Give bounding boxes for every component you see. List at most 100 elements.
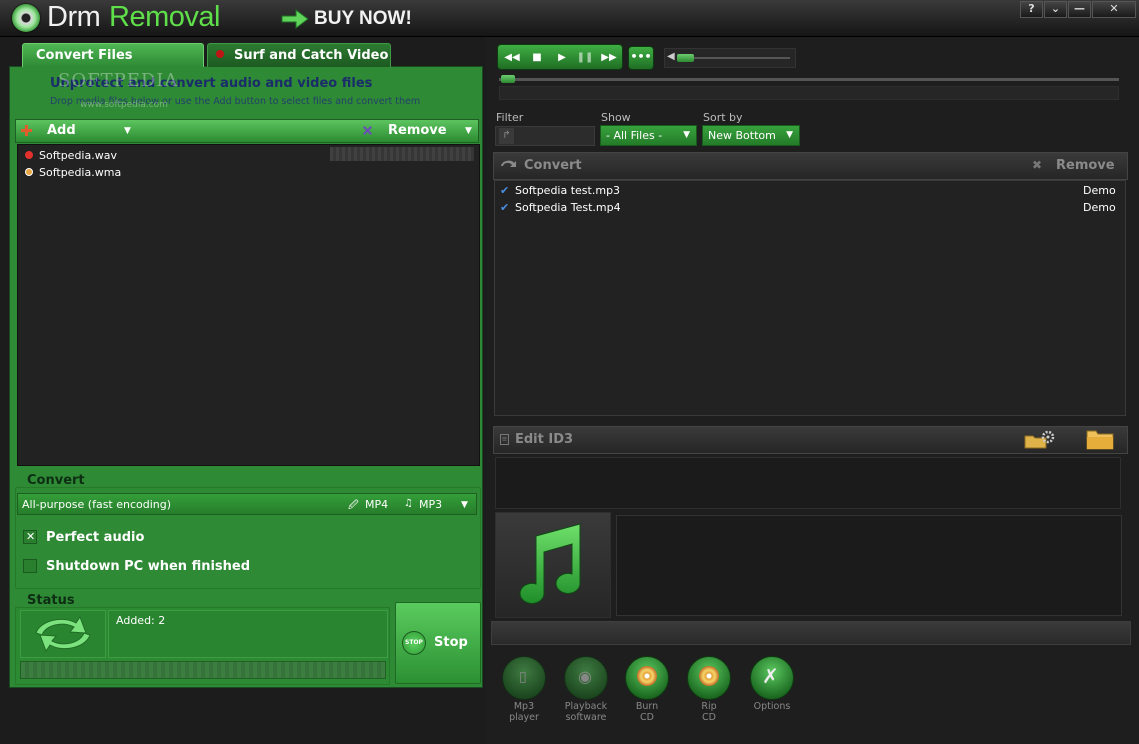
preset-value: All-purpose (fast encoding) (22, 498, 172, 511)
fast-forward-icon[interactable]: ▶▶ (598, 49, 620, 66)
record-icon (216, 50, 224, 58)
id3-footer-bar (491, 621, 1131, 645)
edit-id3-button[interactable]: Edit ID3 (515, 432, 573, 447)
folder-settings-icon[interactable] (1024, 428, 1056, 450)
mp3-player-button[interactable]: ▯ (502, 656, 546, 700)
file-status-icon (25, 168, 33, 176)
convert-queue-button[interactable]: Convert (524, 158, 582, 173)
perfect-audio-label: Perfect audio (46, 530, 145, 545)
stop-playback-icon[interactable]: ■ (526, 49, 548, 66)
volume-track-line (690, 57, 790, 59)
help-button[interactable]: ? (1020, 1, 1043, 18)
tools-icon: ✗ (762, 664, 779, 688)
remove-queue-icon[interactable]: ✖ (1032, 158, 1042, 172)
add-dropdown-chevron-icon[interactable]: ▼ (124, 126, 131, 136)
volume-knob[interactable] (677, 54, 694, 62)
close-button[interactable]: ✕ (1092, 1, 1136, 18)
shutdown-checkbox[interactable] (23, 559, 37, 573)
tab-convert-files[interactable]: Convert Files (22, 43, 204, 67)
file-name: Softpedia.wav (39, 149, 117, 162)
remove-queue-button[interactable]: Remove (1056, 158, 1115, 173)
pause-icon[interactable]: ❚❚ (574, 49, 596, 66)
app-name-removal: Removal (109, 1, 220, 33)
queue-item-name: Softpedia Test.mp4 (515, 201, 621, 214)
more-button[interactable]: ••• (628, 46, 654, 70)
app-logo-icon (12, 4, 40, 32)
show-value: - All Files - (606, 129, 663, 142)
add-icon[interactable] (21, 125, 32, 136)
chevron-down-icon: ▼ (683, 130, 690, 140)
menu-button[interactable]: ⌄ (1044, 1, 1067, 18)
sort-label: Sort by (703, 111, 743, 124)
rip-cd-button[interactable] (687, 656, 731, 700)
list-item[interactable]: Softpedia.wma (19, 164, 477, 181)
watermark-brand: SOFTPEDIA (58, 70, 179, 91)
sort-value: New Bottom (708, 129, 776, 142)
mp3-player-label: Mp3 player (509, 701, 539, 723)
queue-item-status: Demo (1083, 184, 1116, 197)
remove-icon[interactable] (362, 125, 373, 136)
refresh-arrows-icon (35, 615, 91, 653)
play-icon[interactable]: ▶ (551, 49, 573, 66)
folder-icon[interactable] (1086, 428, 1114, 450)
buy-now-button[interactable]: BUY NOW! (314, 8, 412, 30)
playback-software-label: Playback software (564, 701, 608, 723)
file-status-icon (25, 151, 33, 159)
playback-software-icon: ◉ (578, 667, 592, 686)
chevron-down-icon: ▼ (786, 130, 793, 140)
convert-queue-icon[interactable] (499, 158, 517, 172)
checkmark-icon: ✔ (500, 201, 510, 214)
show-label: Show (601, 111, 631, 124)
shutdown-label: Shutdown PC when finished (46, 559, 251, 574)
burn-cd-button[interactable] (625, 656, 669, 700)
options-label: Options (753, 701, 791, 712)
burn-cd-label: Burn CD (635, 701, 659, 723)
video-format-icon: 🖉 (348, 500, 359, 511)
add-button[interactable]: Add (47, 123, 76, 138)
queue-item-status: Demo (1083, 201, 1116, 214)
burn-cd-icon (637, 666, 657, 686)
mp3-player-icon: ▯ (519, 669, 527, 685)
filter-go-icon[interactable]: ↱ (499, 128, 514, 144)
preset-chevron-down-icon[interactable]: ▼ (461, 500, 468, 510)
file-list[interactable] (17, 144, 480, 466)
remove-button[interactable]: Remove (388, 123, 447, 138)
list-item[interactable]: Softpedia.wav (19, 147, 477, 164)
rip-cd-icon (699, 666, 719, 686)
seek-area (499, 86, 1119, 100)
id3-title-area (495, 457, 1121, 509)
stop-label: Stop (434, 635, 468, 650)
tab-surf-and-catch-video[interactable]: Surf and Catch Video (207, 43, 391, 67)
filter-label: Filter (496, 111, 524, 124)
conversion-progress-bar (20, 661, 386, 679)
checkmark-icon: ✔ (500, 184, 510, 197)
document-icon: ≡ (500, 434, 509, 445)
seek-knob[interactable] (501, 75, 515, 83)
app-window: Drm Removal BUY NOW! ? ⌄ — ✕ Convert Fil… (0, 0, 1139, 744)
rip-cd-label: Rip CD (701, 701, 717, 723)
table-row[interactable]: ✔ Softpedia Test.mp4 Demo (498, 199, 1122, 216)
app-name-drm: Drm (47, 1, 101, 33)
minimize-button[interactable]: — (1068, 1, 1091, 18)
id3-fields-area[interactable] (616, 515, 1122, 616)
table-row[interactable]: ✔ Softpedia test.mp3 Demo (498, 182, 1122, 199)
rewind-icon[interactable]: ◀◀ (501, 49, 523, 66)
status-section-label: Status (27, 593, 75, 608)
audio-format-icon: ♫ (404, 498, 413, 509)
status-text: Added: 2 (116, 614, 166, 627)
options-button[interactable]: ✗ (750, 656, 794, 700)
show-select[interactable]: - All Files - ▼ (600, 125, 697, 146)
file-name: Softpedia.wma (39, 166, 122, 179)
buy-arrow-icon[interactable] (281, 9, 309, 29)
check-icon: ✕ (26, 530, 36, 543)
speaker-icon: ◀ (667, 51, 675, 62)
sort-select[interactable]: New Bottom ▼ (702, 125, 800, 146)
playback-software-button[interactable]: ◉ (564, 656, 608, 700)
remove-dropdown-chevron-icon[interactable]: ▼ (465, 126, 472, 136)
audio-format-label: MP3 (419, 498, 443, 511)
perfect-audio-checkbox[interactable]: ✕ (23, 530, 37, 544)
seek-track[interactable] (499, 78, 1119, 81)
queue-item-name: Softpedia test.mp3 (515, 184, 621, 197)
stop-icon: STOP (402, 631, 426, 655)
watermark-url: www.softpedia.com (80, 100, 168, 110)
